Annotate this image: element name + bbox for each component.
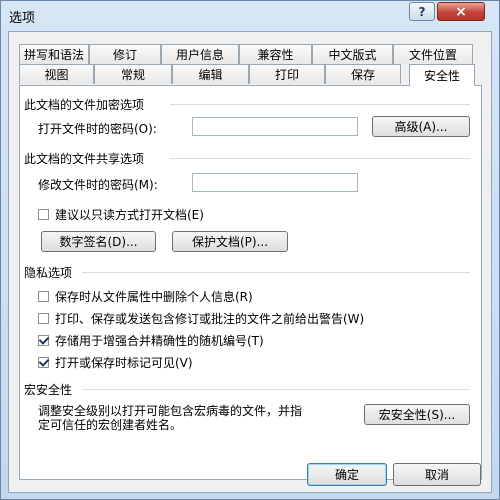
privacy-divider: [82, 272, 470, 273]
tab-file-locations[interactable]: 文件位置: [393, 44, 473, 64]
title-bar[interactable]: 选项 ? ×: [1, 1, 499, 31]
sharing-section-title: 此文档的文件共享选项: [24, 152, 145, 166]
privacy-option[interactable]: 存储用于增强合并精确性的随机编号(T): [38, 332, 264, 349]
digital-signature-button[interactable]: 数字签名(D)...: [41, 231, 156, 252]
privacy-option-checkbox[interactable]: [38, 335, 49, 346]
tab-chinese-typography[interactable]: 中文版式: [312, 44, 393, 64]
window-title: 选项: [9, 11, 36, 26]
open-password-label: 打开文件时的密码(O):: [38, 122, 157, 136]
help-icon: ?: [418, 4, 426, 19]
tab-view[interactable]: 视图: [19, 64, 94, 84]
macro-section-title: 宏安全性: [24, 383, 73, 397]
tab-print[interactable]: 打印: [249, 64, 325, 84]
readonly-recommended-checkbox[interactable]: [38, 209, 49, 220]
ok-button[interactable]: 确定: [307, 463, 387, 486]
advanced-button[interactable]: 高级(A)...: [372, 116, 470, 137]
privacy-section-title: 隐私选项: [24, 266, 73, 280]
privacy-option-checkbox[interactable]: [38, 291, 49, 302]
tab-security[interactable]: 安全性: [409, 64, 475, 86]
close-button[interactable]: ×: [437, 2, 485, 21]
tab-spelling-grammar[interactable]: 拼写和语法: [19, 44, 89, 64]
close-icon: ×: [455, 3, 467, 20]
help-button[interactable]: ?: [409, 2, 435, 21]
protect-document-button[interactable]: 保护文档(P)...: [172, 231, 288, 252]
modify-password-label: 修改文件时的密码(M):: [38, 178, 158, 192]
readonly-recommended-option[interactable]: 建议以只读方式打开文档(E): [38, 206, 204, 223]
privacy-option-label: 存储用于增强合并精确性的随机编号(T): [55, 334, 264, 348]
macro-divider: [82, 389, 470, 390]
tab-general[interactable]: 常规: [94, 64, 172, 84]
encryption-divider: [170, 104, 470, 105]
tab-user-info[interactable]: 用户信息: [161, 44, 239, 64]
privacy-option-checkbox[interactable]: [38, 313, 49, 324]
privacy-option[interactable]: 打开或保存时标记可见(V): [38, 354, 193, 371]
privacy-option[interactable]: 打印、保存或发送包含修订或批注的文件之前给出警告(W): [38, 310, 364, 327]
privacy-option-label: 保存时从文件属性中删除个人信息(R): [55, 290, 253, 304]
tab-compatibility[interactable]: 兼容性: [239, 44, 312, 64]
encryption-section-title: 此文档的文件加密选项: [24, 98, 145, 112]
privacy-option-label: 打开或保存时标记可见(V): [55, 356, 193, 370]
options-dialog-window: 选项 ? × 拼写和语法 修订 用户信息 兼容性 中文版式 文件位置 视图 常规…: [0, 0, 500, 500]
privacy-option-checkbox[interactable]: [38, 357, 49, 368]
readonly-recommended-label: 建议以只读方式打开文档(E): [55, 208, 204, 222]
cancel-button[interactable]: 取消: [393, 463, 481, 486]
privacy-option-label: 打印、保存或发送包含修订或批注的文件之前给出警告(W): [55, 312, 365, 326]
open-password-input[interactable]: [192, 117, 358, 136]
privacy-option[interactable]: 保存时从文件属性中删除个人信息(R): [38, 288, 253, 305]
macro-security-button[interactable]: 宏安全性(S)...: [364, 404, 470, 425]
tab-save[interactable]: 保存: [325, 64, 401, 84]
dialog-body: 拼写和语法 修订 用户信息 兼容性 中文版式 文件位置 视图 常规 编辑 打印 …: [8, 31, 492, 493]
tab-edit[interactable]: 编辑: [172, 64, 249, 84]
security-tab-panel: 此文档的文件加密选项 打开文件时的密码(O): 高级(A)... 此文档的文件共…: [19, 85, 482, 480]
modify-password-input[interactable]: [192, 173, 358, 192]
tab-track-changes[interactable]: 修订: [89, 44, 161, 64]
macro-description-line-2: 定可信任的宏创建者姓名。: [38, 418, 183, 432]
sharing-divider: [170, 158, 470, 159]
